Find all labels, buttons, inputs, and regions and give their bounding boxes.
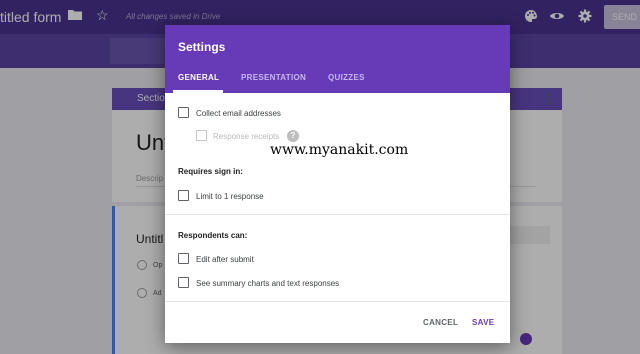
cancel-button[interactable]: CANCEL xyxy=(423,318,458,327)
respondents-can-heading: Respondents can: xyxy=(178,231,248,240)
see-summary-checkbox[interactable] xyxy=(178,277,189,288)
section-divider xyxy=(165,214,510,215)
requires-sign-in-heading: Requires sign in: xyxy=(178,167,243,176)
actions-divider xyxy=(165,301,510,302)
tab-presentation[interactable]: PRESENTATION xyxy=(241,73,306,82)
response-receipts-label: Response receipts xyxy=(213,132,280,141)
response-receipts-checkbox[interactable] xyxy=(196,130,207,141)
dialog-title: Settings xyxy=(178,40,226,54)
collect-email-label: Collect email addresses xyxy=(196,109,281,118)
save-button[interactable]: SAVE xyxy=(472,318,494,327)
tab-general[interactable]: GENERAL xyxy=(178,73,219,82)
tab-indicator xyxy=(173,90,223,93)
see-summary-label: See summary charts and text responses xyxy=(196,279,340,288)
limit-one-response-label: Limit to 1 response xyxy=(196,192,264,201)
tab-quizzes[interactable]: QUIZZES xyxy=(328,73,365,82)
help-icon[interactable]: ? xyxy=(287,130,299,142)
watermark-text: www.myanakit.com xyxy=(270,142,409,158)
edit-after-submit-checkbox[interactable] xyxy=(178,253,189,264)
collect-email-checkbox[interactable] xyxy=(178,107,189,118)
edit-after-submit-label: Edit after submit xyxy=(196,255,254,264)
limit-one-response-checkbox[interactable] xyxy=(178,190,189,201)
dialog-header xyxy=(165,25,510,93)
settings-dialog: Settings GENERAL PRESENTATION QUIZZES Co… xyxy=(165,25,510,343)
